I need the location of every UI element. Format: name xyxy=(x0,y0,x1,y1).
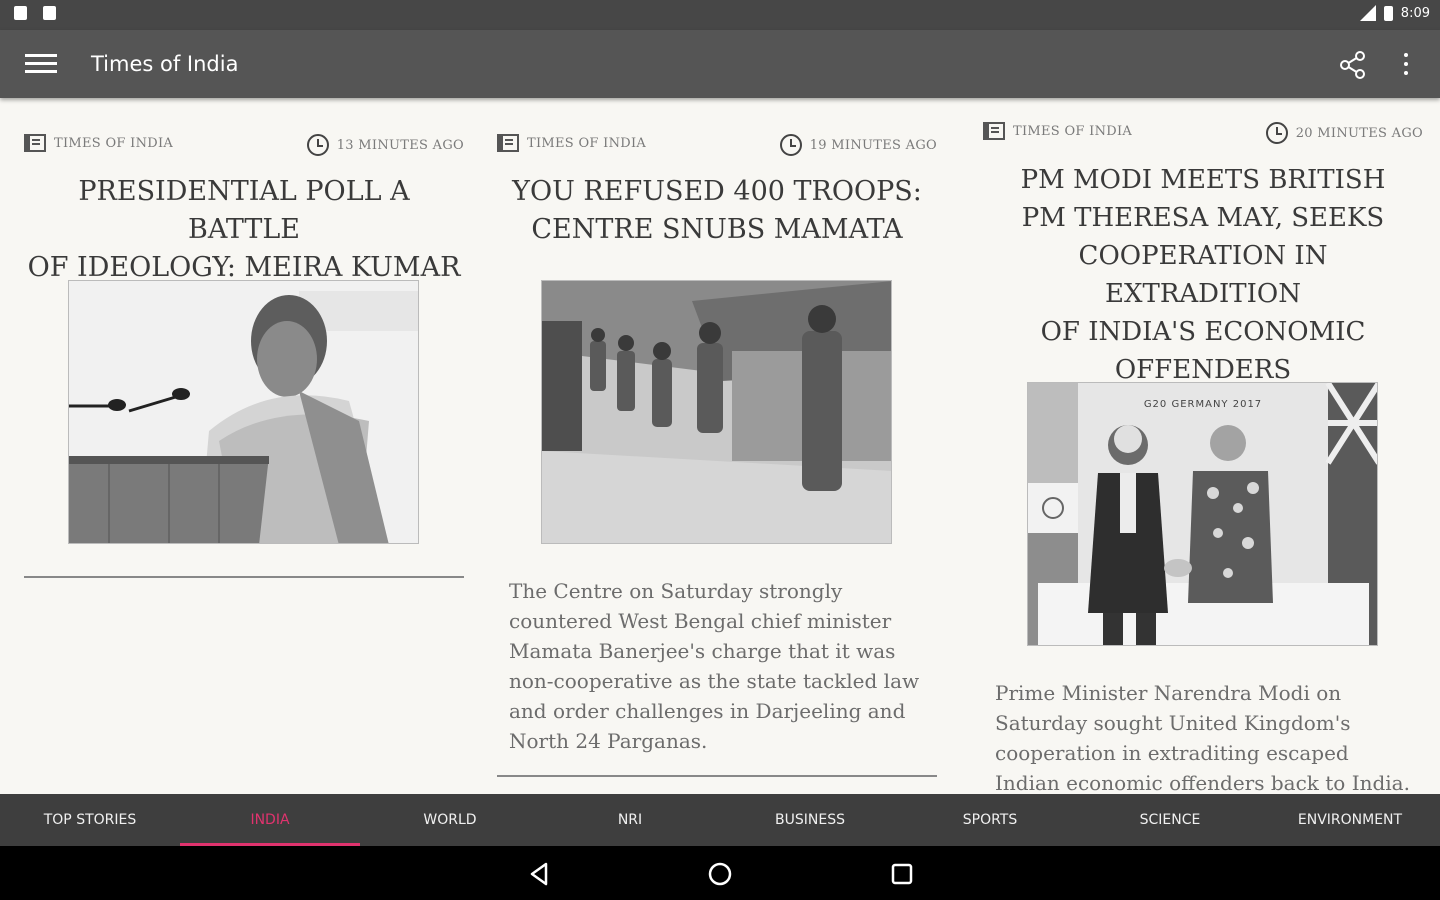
news-feed[interactable]: TIMES OF INDIA 13 MINUTES AGO PRESIDENTI… xyxy=(0,98,1440,794)
card-source: TIMES OF INDIA xyxy=(527,135,647,151)
card-image[interactable]: G20 GERMANY 2017 xyxy=(1027,382,1378,646)
card-time: 19 MINUTES AGO xyxy=(809,137,937,153)
back-icon[interactable] xyxy=(526,860,554,888)
battery-icon xyxy=(1383,5,1393,21)
tab-science[interactable]: SCIENCE xyxy=(1080,794,1260,846)
tab-business[interactable]: BUSINESS xyxy=(720,794,900,846)
notification-icon xyxy=(43,6,56,20)
clock-icon xyxy=(306,134,329,156)
card-summary: Prime Minister Narendra Modi on Saturday… xyxy=(995,681,1410,794)
app-title: Times of India xyxy=(91,52,239,76)
app-bar: Times of India xyxy=(0,30,1440,98)
card-divider xyxy=(24,576,464,578)
sd-card-icon xyxy=(14,6,27,20)
image-caption: G20 GERMANY 2017 xyxy=(1144,399,1262,410)
news-card[interactable]: TIMES OF INDIA 19 MINUTES AGO YOU REFUSE… xyxy=(497,98,937,794)
card-image[interactable] xyxy=(68,280,419,544)
card-headline[interactable]: YOU REFUSED 400 TROOPS: CENTRE SNUBS MAM… xyxy=(497,173,937,249)
tab-sports[interactable]: SPORTS xyxy=(900,794,1080,846)
card-image[interactable] xyxy=(541,280,892,544)
recents-icon[interactable] xyxy=(888,860,916,888)
card-time: 13 MINUTES AGO xyxy=(336,137,464,153)
news-card[interactable]: TIMES OF INDIA 20 MINUTES AGO PM MODI ME… xyxy=(983,98,1423,794)
signal-icon xyxy=(1359,5,1376,21)
card-source: TIMES OF INDIA xyxy=(54,135,174,151)
tab-nri[interactable]: NRI xyxy=(540,794,720,846)
menu-icon[interactable] xyxy=(22,50,60,78)
card-time: 20 MINUTES AGO xyxy=(1295,125,1423,141)
tab-top-stories[interactable]: TOP STORIES xyxy=(0,794,180,846)
newspaper-icon xyxy=(983,122,1005,140)
status-bar: 8:09 xyxy=(0,0,1440,30)
card-headline[interactable]: PM MODI MEETS BRITISH PM THERESA MAY, SE… xyxy=(983,161,1423,389)
card-headline[interactable]: PRESIDENTIAL POLL A BATTLE OF IDEOLOGY: … xyxy=(24,173,464,287)
card-meta: TIMES OF INDIA 20 MINUTES AGO xyxy=(983,118,1423,148)
home-icon[interactable] xyxy=(706,860,734,888)
newspaper-icon xyxy=(497,134,519,152)
card-meta: TIMES OF INDIA 19 MINUTES AGO xyxy=(497,130,937,160)
more-vert-icon[interactable] xyxy=(1392,48,1420,82)
tab-india[interactable]: INDIA xyxy=(180,794,360,846)
tab-world[interactable]: WORLD xyxy=(360,794,540,846)
share-icon[interactable] xyxy=(1336,48,1370,82)
status-time: 8:09 xyxy=(1400,5,1430,21)
system-nav-bar xyxy=(0,846,1440,900)
category-tab-bar: TOP STORIES INDIA WORLD NRI BUSINESS SPO… xyxy=(0,794,1440,846)
card-meta: TIMES OF INDIA 13 MINUTES AGO xyxy=(24,130,464,160)
newspaper-icon xyxy=(24,134,46,152)
card-divider xyxy=(497,775,937,777)
card-source: TIMES OF INDIA xyxy=(1013,123,1133,139)
clock-icon xyxy=(1265,122,1288,144)
news-card[interactable]: TIMES OF INDIA 13 MINUTES AGO PRESIDENTI… xyxy=(24,98,464,794)
card-summary: The Centre on Saturday strongly countere… xyxy=(509,579,920,753)
clock-icon xyxy=(779,134,802,156)
tab-environment[interactable]: ENVIRONMENT xyxy=(1260,794,1440,846)
